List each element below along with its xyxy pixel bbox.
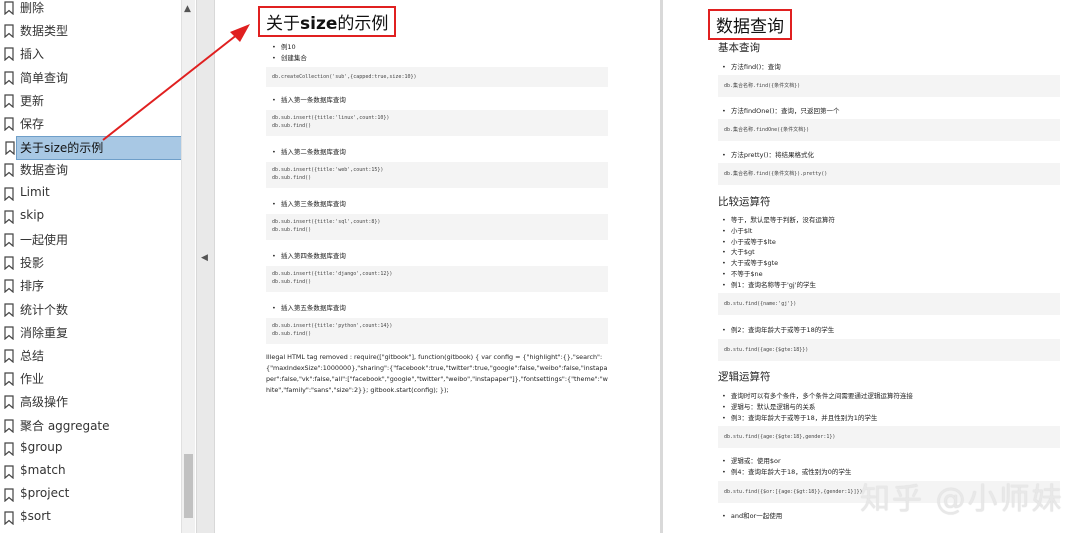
watermark: 知乎 @小师妹	[860, 482, 1064, 517]
annotation-arrow	[102, 24, 250, 141]
